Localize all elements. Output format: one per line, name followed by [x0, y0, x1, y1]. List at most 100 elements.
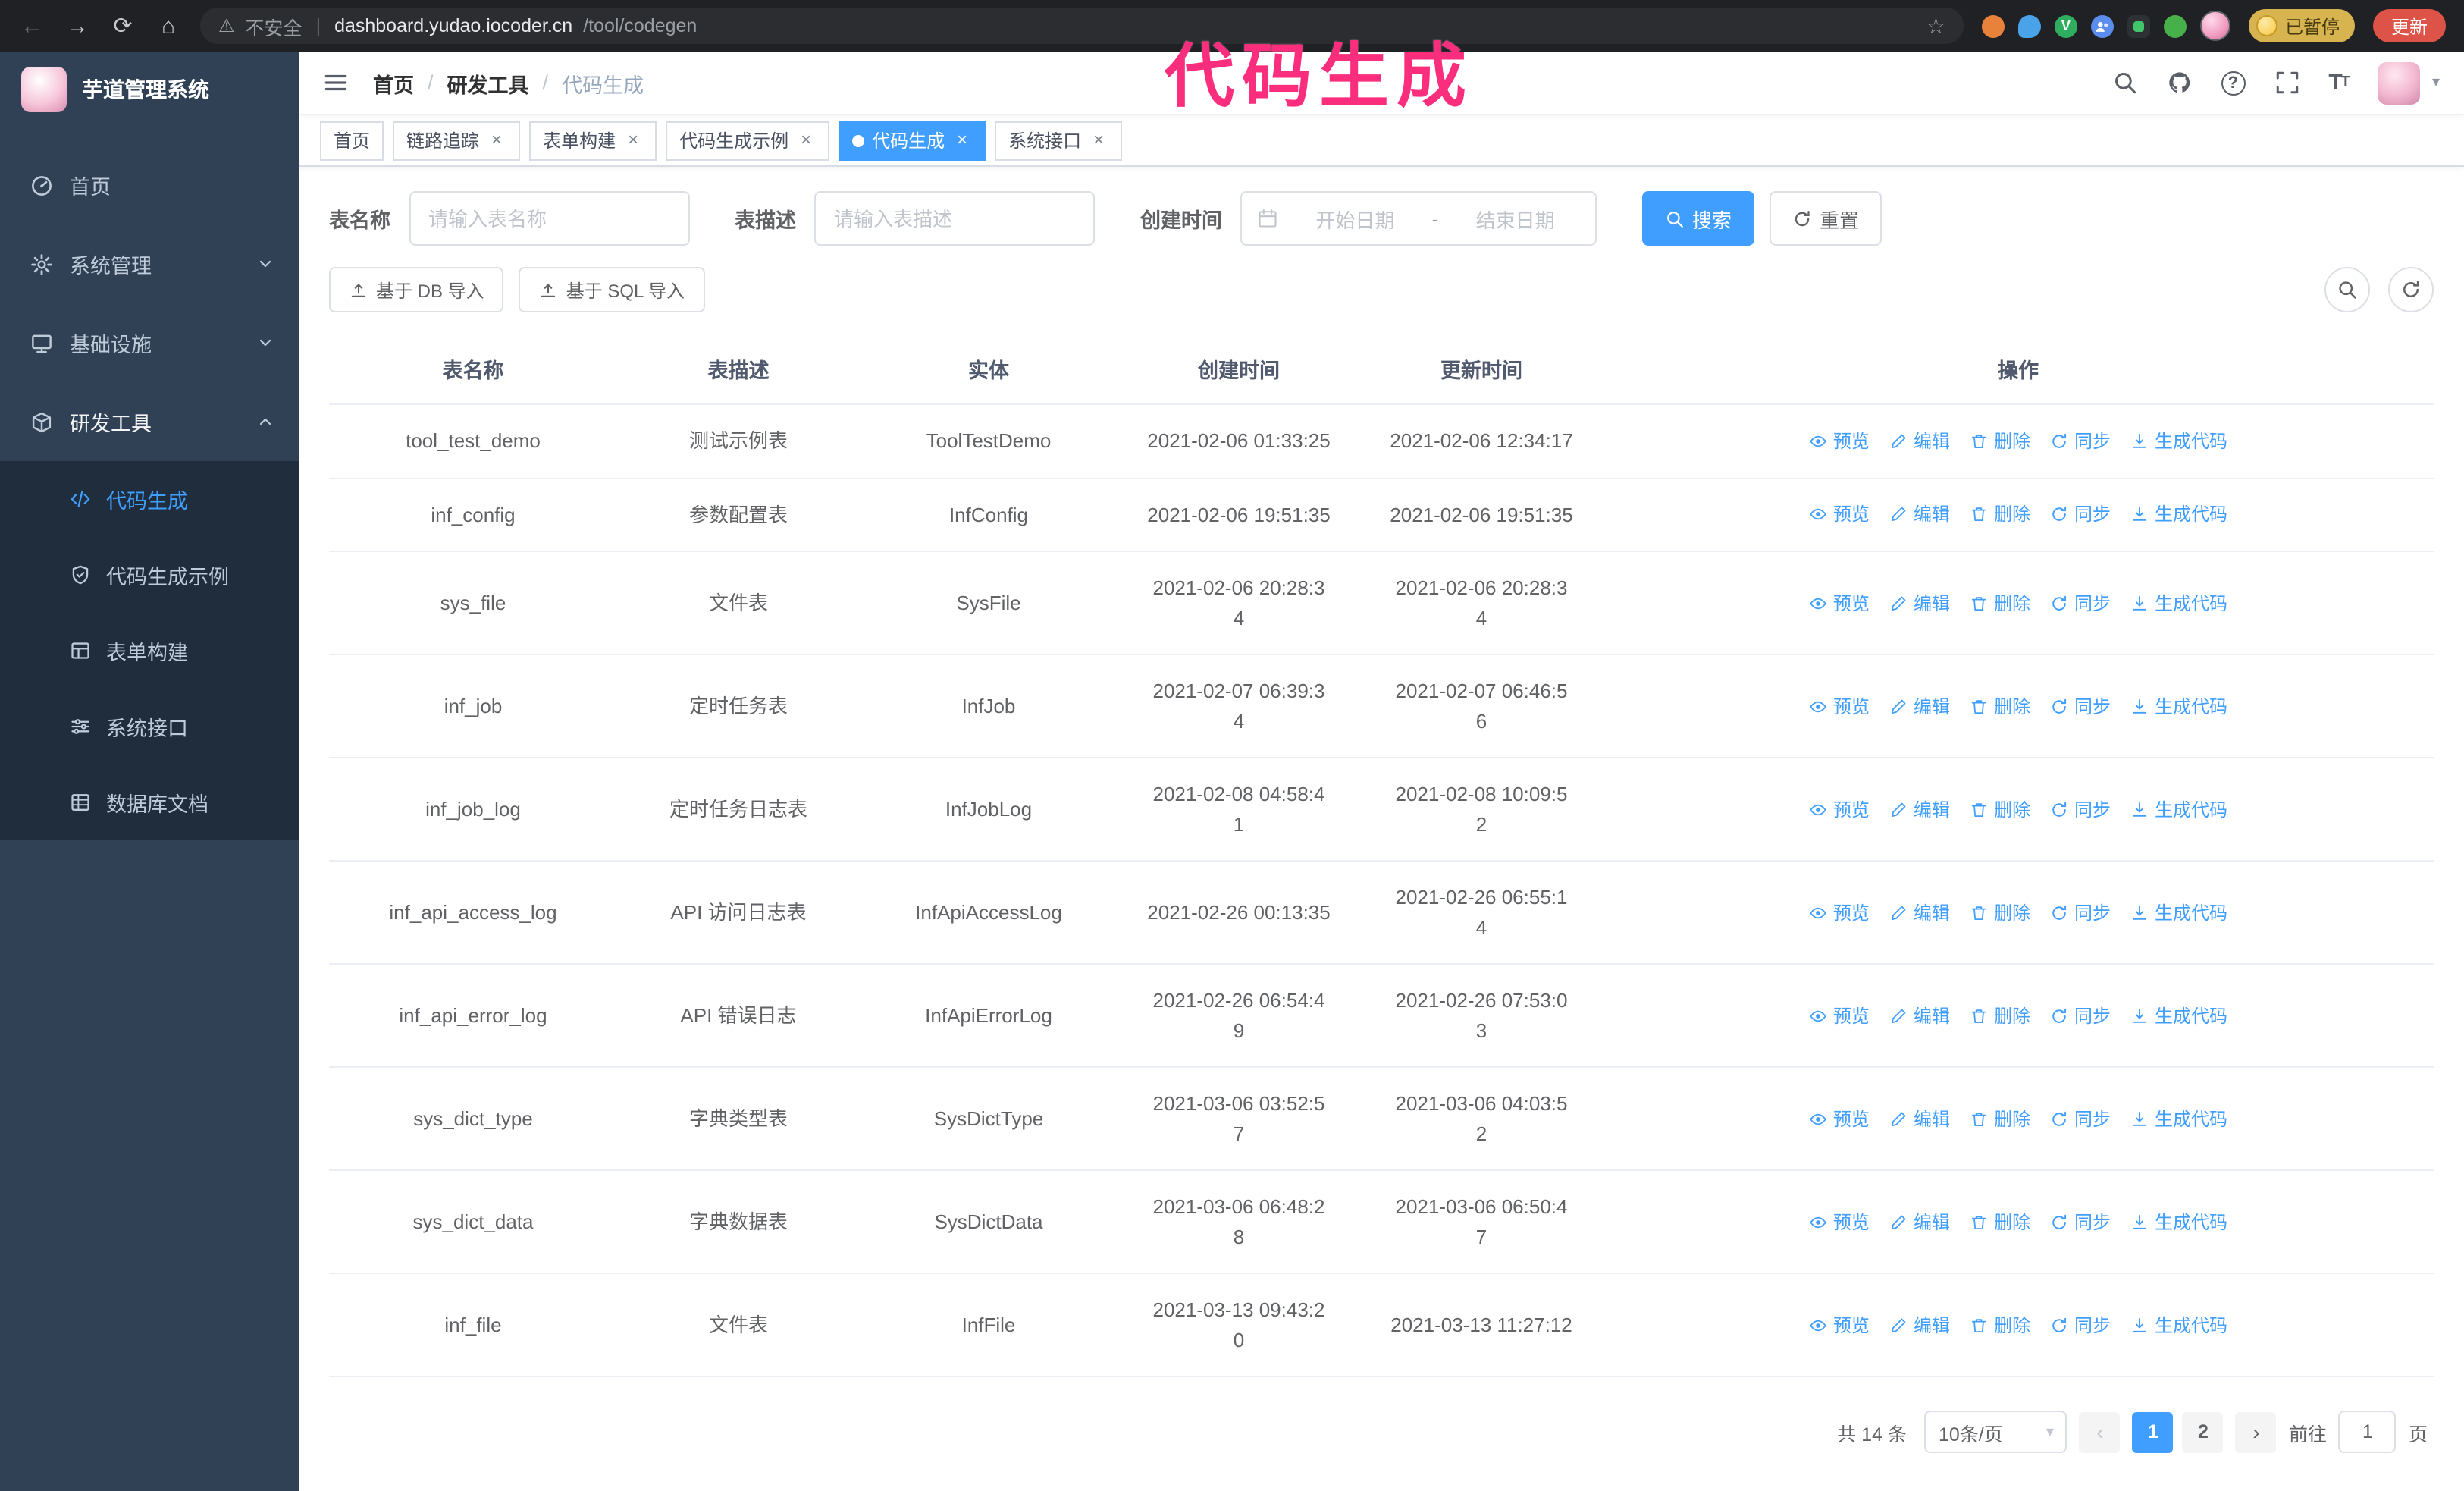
action-delete[interactable]: 删除: [1970, 796, 2030, 823]
search-icon[interactable]: [2111, 70, 2137, 96]
bookmark-star-icon[interactable]: ☆: [1926, 13, 1945, 39]
action-edit[interactable]: 编辑: [1889, 501, 1950, 529]
action-delete[interactable]: 删除: [1970, 692, 2030, 720]
action-sync[interactable]: 同步: [2050, 589, 2111, 617]
import-sql-button[interactable]: 基于 SQL 导入: [519, 267, 705, 312]
action-preview[interactable]: 预览: [1809, 1105, 1870, 1132]
action-generate[interactable]: 生成代码: [2130, 1208, 2227, 1235]
page-2[interactable]: 2: [2182, 1411, 2224, 1452]
font-size-icon[interactable]: TT: [2328, 70, 2350, 96]
sidebar-item-home[interactable]: 首页: [0, 146, 299, 224]
action-generate[interactable]: 生成代码: [2130, 1105, 2227, 1132]
action-generate[interactable]: 生成代码: [2130, 796, 2227, 823]
sidebar-item-codegen[interactable]: 代码生成: [0, 461, 299, 537]
action-generate[interactable]: 生成代码: [2130, 899, 2227, 926]
table-desc-input[interactable]: [814, 191, 1095, 246]
tab-trace[interactable]: 链路追踪 ×: [393, 121, 521, 160]
action-edit[interactable]: 编辑: [1889, 589, 1950, 617]
import-db-button[interactable]: 基于 DB 导入: [329, 267, 504, 312]
user-avatar[interactable]: [2377, 61, 2420, 104]
action-preview[interactable]: 预览: [1809, 1208, 1870, 1235]
browser-profile-avatar[interactable]: [2199, 11, 2230, 41]
action-preview[interactable]: 预览: [1809, 428, 1870, 455]
action-preview[interactable]: 预览: [1809, 589, 1870, 617]
app-logo[interactable]: 芋道管理系统: [0, 52, 299, 127]
sidebar-item-system[interactable]: 系统管理: [0, 224, 299, 303]
action-edit[interactable]: 编辑: [1889, 1311, 1950, 1339]
tab-codegen-example[interactable]: 代码生成示例 ×: [666, 121, 830, 160]
toggle-search-button[interactable]: [2324, 267, 2370, 312]
forward-icon[interactable]: →: [64, 13, 91, 39]
action-generate[interactable]: 生成代码: [2130, 1002, 2227, 1029]
action-sync[interactable]: 同步: [2050, 1002, 2111, 1029]
action-generate[interactable]: 生成代码: [2130, 589, 2227, 617]
help-icon[interactable]: ?: [2221, 71, 2246, 95]
action-delete[interactable]: 删除: [1970, 428, 2030, 455]
reload-icon[interactable]: ⟳: [109, 12, 136, 39]
tab-api[interactable]: 系统接口 ×: [995, 121, 1123, 160]
tab-home[interactable]: 首页: [320, 121, 384, 160]
fullscreen-icon[interactable]: [2274, 70, 2299, 96]
action-preview[interactable]: 预览: [1809, 692, 1870, 720]
prev-page-button[interactable]: ‹: [2079, 1411, 2121, 1452]
action-edit[interactable]: 编辑: [1889, 1208, 1950, 1235]
update-button[interactable]: 更新: [2372, 9, 2446, 42]
close-tab-icon[interactable]: ×: [623, 130, 643, 150]
action-delete[interactable]: 删除: [1970, 501, 2030, 529]
sidebar-item-infra[interactable]: 基础设施: [0, 303, 299, 382]
action-generate[interactable]: 生成代码: [2130, 428, 2227, 455]
close-tab-icon[interactable]: ×: [952, 130, 972, 150]
breadcrumb-item[interactable]: 研发工具: [447, 67, 529, 98]
action-sync[interactable]: 同步: [2050, 1311, 2111, 1339]
action-delete[interactable]: 删除: [1970, 1105, 2030, 1132]
extension-icon[interactable]: [2127, 14, 2150, 37]
action-sync[interactable]: 同步: [2050, 501, 2111, 529]
action-preview[interactable]: 预览: [1809, 899, 1870, 926]
action-edit[interactable]: 编辑: [1889, 428, 1950, 455]
sidebar-item-form-builder[interactable]: 表单构建: [0, 613, 299, 689]
action-delete[interactable]: 删除: [1970, 1311, 2030, 1339]
action-edit[interactable]: 编辑: [1889, 1002, 1950, 1029]
hamburger-icon[interactable]: [323, 70, 349, 96]
action-delete[interactable]: 删除: [1970, 589, 2030, 617]
page-1[interactable]: 1: [2132, 1411, 2174, 1452]
breadcrumb-item[interactable]: 首页: [373, 67, 414, 98]
paused-badge[interactable]: 已暂停: [2248, 9, 2355, 42]
action-sync[interactable]: 同步: [2050, 1105, 2111, 1132]
tab-codegen[interactable]: 代码生成 ×: [839, 121, 986, 160]
close-tab-icon[interactable]: ×: [1089, 130, 1108, 150]
action-generate[interactable]: 生成代码: [2130, 692, 2227, 720]
tab-form-builder[interactable]: 表单构建 ×: [529, 121, 657, 160]
action-sync[interactable]: 同步: [2050, 1208, 2111, 1235]
action-edit[interactable]: 编辑: [1889, 692, 1950, 720]
close-tab-icon[interactable]: ×: [796, 130, 816, 150]
close-tab-icon[interactable]: ×: [487, 130, 506, 150]
refresh-table-button[interactable]: [2388, 267, 2434, 312]
action-delete[interactable]: 删除: [1970, 1002, 2030, 1029]
date-range-picker[interactable]: 开始日期 - 结束日期: [1240, 191, 1597, 246]
action-sync[interactable]: 同步: [2050, 692, 2111, 720]
action-delete[interactable]: 删除: [1970, 1208, 2030, 1235]
extension-icon[interactable]: [2163, 14, 2187, 37]
action-delete[interactable]: 删除: [1970, 899, 2030, 926]
action-preview[interactable]: 预览: [1809, 501, 1870, 529]
sidebar-item-codegen-example[interactable]: 代码生成示例: [0, 537, 299, 613]
action-edit[interactable]: 编辑: [1889, 899, 1950, 926]
action-preview[interactable]: 预览: [1809, 796, 1870, 823]
action-generate[interactable]: 生成代码: [2130, 501, 2227, 529]
goto-page-input[interactable]: [2338, 1411, 2397, 1453]
next-page-button[interactable]: ›: [2235, 1411, 2277, 1452]
extension-icon[interactable]: [2090, 14, 2114, 37]
extension-icon[interactable]: [2017, 14, 2041, 37]
action-edit[interactable]: 编辑: [1889, 796, 1950, 823]
action-preview[interactable]: 预览: [1809, 1002, 1870, 1029]
github-icon[interactable]: [2166, 70, 2192, 96]
reset-button[interactable]: 重置: [1770, 191, 1882, 246]
extension-icon[interactable]: V: [2054, 14, 2077, 37]
sidebar-item-api[interactable]: 系统接口: [0, 689, 299, 764]
search-button[interactable]: 搜索: [1642, 191, 1755, 246]
action-sync[interactable]: 同步: [2050, 899, 2111, 926]
page-size-select[interactable]: 10条/页 ▾: [1924, 1411, 2067, 1453]
sidebar-item-dev-tools[interactable]: 研发工具: [0, 382, 299, 461]
action-preview[interactable]: 预览: [1809, 1311, 1870, 1339]
